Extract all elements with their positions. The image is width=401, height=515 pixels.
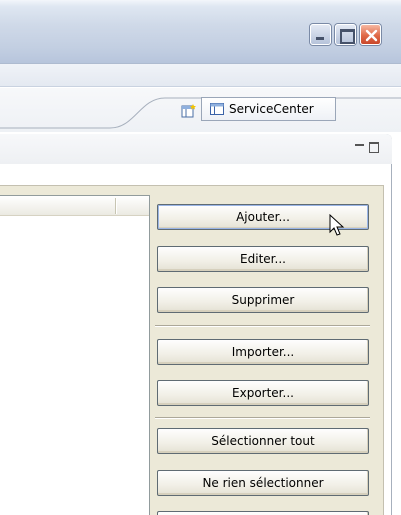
menu-bar-area <box>0 64 401 87</box>
view-maximize-icon[interactable] <box>369 142 379 153</box>
close-icon <box>365 29 378 42</box>
more-button[interactable] <box>157 511 369 515</box>
perspective-label: ServiceCenter <box>229 102 314 116</box>
export-button[interactable]: Exporter... <box>157 380 369 406</box>
maximize-button[interactable] <box>335 24 356 45</box>
delete-button[interactable]: Supprimer <box>157 287 369 313</box>
button-group-separator <box>155 325 370 327</box>
edit-button[interactable]: Editer... <box>157 246 369 272</box>
table-header[interactable] <box>0 196 149 216</box>
import-button[interactable]: Importer... <box>157 339 369 365</box>
minimize-button[interactable] <box>310 24 331 45</box>
open-perspective-icon[interactable] <box>181 103 197 119</box>
select-all-button[interactable]: Sélectionner tout <box>157 428 369 454</box>
deselect-all-button[interactable]: Ne rien sélectionner <box>157 470 369 496</box>
button-group-separator <box>155 417 370 419</box>
items-table[interactable] <box>0 195 149 515</box>
perspective-tab-servicecenter[interactable]: ServiceCenter <box>201 97 336 121</box>
view-header <box>0 134 392 164</box>
close-button[interactable] <box>360 24 381 45</box>
table-border <box>149 195 150 515</box>
view-minimize-icon[interactable] <box>355 144 364 146</box>
perspective-icon <box>210 103 224 115</box>
mouse-pointer-icon <box>329 214 345 236</box>
column-separator-highlight <box>116 198 117 214</box>
